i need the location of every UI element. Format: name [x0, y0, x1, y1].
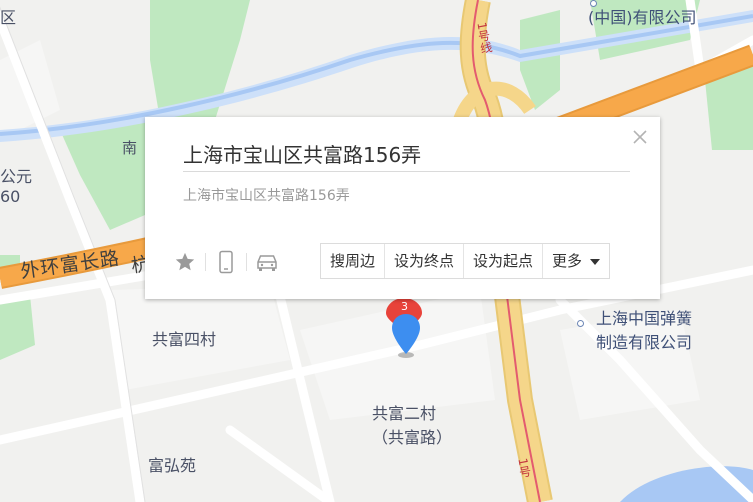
chevron-down-icon	[590, 258, 601, 265]
map-label-gongfu-road[interactable]: （共富路）	[372, 424, 452, 448]
more-dropdown-button[interactable]: 更多	[543, 244, 609, 278]
icon-separator	[246, 253, 247, 271]
map-label-spring-company-2[interactable]: 制造有限公司	[596, 329, 692, 353]
set-origin-button[interactable]: 设为起点	[464, 244, 544, 278]
map-label-spring-company-1[interactable]: 上海中国弹簧	[596, 305, 692, 329]
popup-divider	[183, 171, 630, 172]
close-icon[interactable]	[630, 127, 650, 147]
popup-address: 上海市宝山区共富路156弄	[183, 188, 350, 204]
blue-location-pin-icon[interactable]	[389, 312, 423, 360]
map-label-road-south: 南	[122, 139, 138, 157]
map-label-gongfu-4-village[interactable]: 共富四村	[152, 326, 216, 350]
icon-separator	[205, 253, 206, 271]
map-label-district: 区	[0, 8, 17, 27]
location-info-popup: 上海市宝山区共富路156弄 上海市宝山区共富路156弄 搜周边 设为终点 设为起…	[145, 117, 660, 299]
map-label-fuhongyuan[interactable]: 富弘苑	[148, 452, 196, 476]
search-nearby-button[interactable]: 搜周边	[321, 244, 386, 278]
more-button-label: 更多	[552, 252, 583, 270]
popup-icon-bar	[171, 249, 281, 275]
popup-title: 上海市宝山区共富路156弄	[183, 143, 422, 167]
map-label-park-2[interactable]: 60	[0, 187, 20, 206]
set-destination-button[interactable]: 设为终点	[385, 244, 465, 278]
map-label-park-1[interactable]: 公元	[0, 163, 32, 187]
map-label-gongfu-2-village[interactable]: 共富二村	[372, 400, 436, 424]
popup-action-group: 搜周边 设为终点 设为起点 更多	[320, 243, 611, 279]
star-icon[interactable]	[171, 249, 199, 275]
map-label-company-top[interactable]: (中国)有限公司	[588, 4, 697, 28]
car-icon[interactable]	[253, 249, 281, 275]
map-label-metro-line-bottom: 1号	[515, 457, 533, 479]
phone-icon[interactable]	[212, 249, 240, 275]
poi-marker-icon[interactable]	[577, 320, 584, 327]
poi-marker-icon[interactable]	[590, 0, 597, 7]
